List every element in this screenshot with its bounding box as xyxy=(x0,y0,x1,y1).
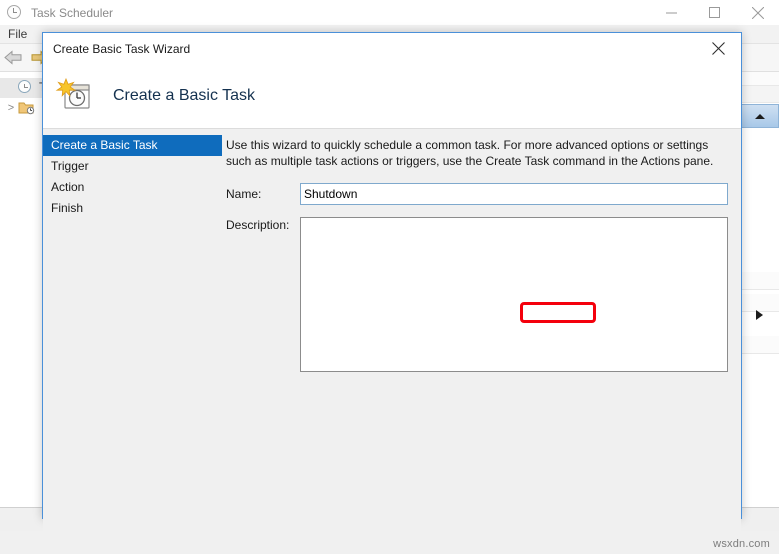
create-basic-task-icon xyxy=(55,76,95,116)
wizard-step-label: Finish xyxy=(51,201,84,215)
wizard-step-finish[interactable]: Finish xyxy=(43,198,222,219)
wizard-content-pane: Use this wizard to quickly schedule a co… xyxy=(222,129,741,554)
maximize-icon[interactable] xyxy=(693,0,736,25)
name-field-row: Name: xyxy=(226,183,729,205)
chevron-right-icon[interactable]: > xyxy=(4,102,18,114)
clock-icon xyxy=(7,4,23,21)
description-label: Description: xyxy=(226,218,290,232)
scroll-up-arrow-icon[interactable] xyxy=(741,104,779,128)
dialog-body: Create a Basic Task Trigger Action Finis… xyxy=(43,129,741,554)
dialog-titlebar: Create Basic Task Wizard xyxy=(43,33,741,64)
expand-triangle-icon[interactable] xyxy=(756,310,763,320)
dialog-heading: Create a Basic Task xyxy=(113,87,255,104)
close-icon[interactable] xyxy=(696,33,741,63)
description-textarea[interactable] xyxy=(300,217,728,372)
watermark: wsxdn.com xyxy=(713,538,770,550)
wizard-step-label: Trigger xyxy=(51,159,89,173)
clock-icon xyxy=(18,80,35,96)
wizard-step-action[interactable]: Action xyxy=(43,177,222,198)
wizard-intro-text: Use this wizard to quickly schedule a co… xyxy=(226,138,714,168)
window-controls xyxy=(650,0,779,25)
window-title: Task Scheduler xyxy=(31,5,114,20)
back-arrow-icon[interactable] xyxy=(0,46,26,70)
wizard-step-label: Action xyxy=(51,180,85,194)
wizard-step-trigger[interactable]: Trigger xyxy=(43,156,222,177)
wizard-steps-list: Create a Basic Task Trigger Action Finis… xyxy=(43,129,222,554)
window-titlebar: Task Scheduler xyxy=(0,0,779,25)
task-folder-icon xyxy=(18,100,35,116)
name-label: Name: xyxy=(226,187,262,201)
minimize-icon[interactable] xyxy=(650,0,693,25)
dialog-header: Create a Basic Task xyxy=(43,64,741,129)
menu-item-file[interactable]: File xyxy=(0,27,35,41)
close-icon[interactable] xyxy=(736,0,779,25)
wizard-step-create-a-basic-task[interactable]: Create a Basic Task xyxy=(43,135,222,156)
wizard-step-label: Create a Basic Task xyxy=(51,138,158,152)
create-basic-task-wizard-dialog: Create Basic Task Wizard Create a Basic … xyxy=(42,32,742,554)
description-field-row: Description: xyxy=(226,217,729,372)
name-input[interactable] xyxy=(300,183,728,205)
dialog-title: Create Basic Task Wizard xyxy=(53,41,191,56)
actions-pane xyxy=(739,72,779,507)
screen: Task Scheduler File > Create Basic Task … xyxy=(0,0,779,554)
